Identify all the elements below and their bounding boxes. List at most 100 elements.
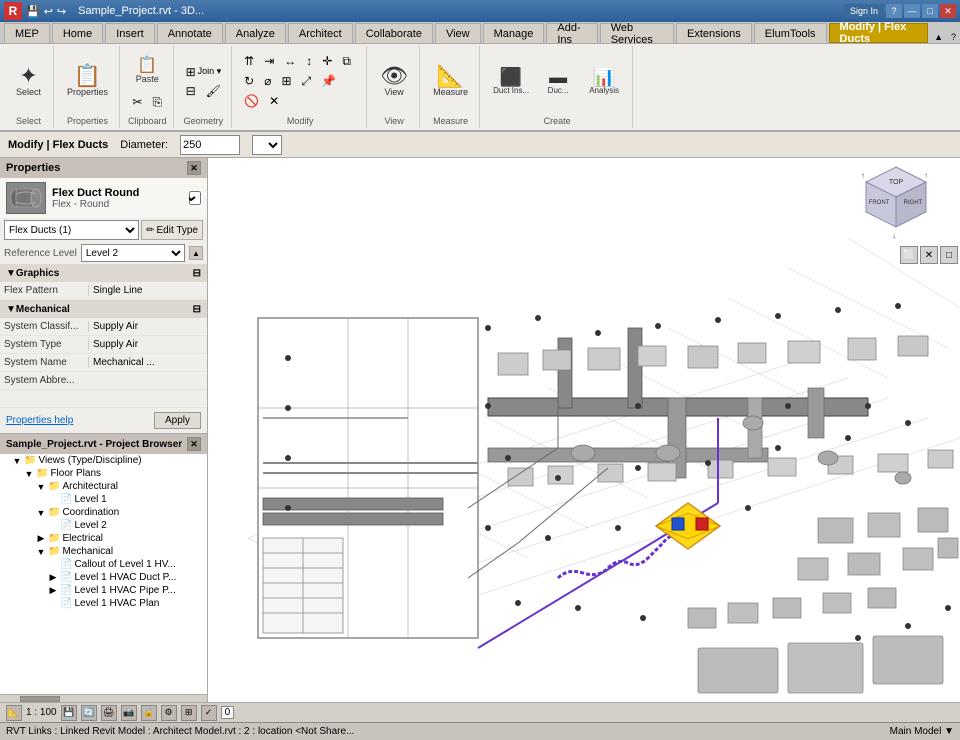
- unpin-btn[interactable]: 🚫: [240, 92, 263, 110]
- browser-scrollbar[interactable]: [0, 694, 207, 702]
- tab-extensions[interactable]: Extensions: [676, 23, 752, 43]
- mechanical-expand-icon: ▼: [36, 547, 46, 557]
- tab-analyze[interactable]: Analyze: [225, 23, 286, 43]
- trim-btn[interactable]: ⌀: [260, 72, 275, 90]
- help-btn[interactable]: ?: [886, 4, 902, 18]
- join-geometry-btn[interactable]: ⊞ Join ▾: [182, 63, 226, 81]
- mechanical-section-header[interactable]: ▼ Mechanical ⊟: [0, 300, 207, 318]
- lock-icon[interactable]: 🔒: [141, 705, 157, 721]
- mirror-y-btn[interactable]: ↕: [302, 52, 316, 70]
- ribbon-expand-btn[interactable]: ▲: [930, 32, 947, 42]
- tree-callout-level1[interactable]: 📄 Callout of Level 1 HV...: [0, 558, 207, 571]
- flex-ducts-count-select[interactable]: Flex Ducts (1): [4, 220, 139, 240]
- view-area[interactable]: TOP RIGHT FRONT ↑ ↑ ↓ ⬜ ✕ □: [208, 158, 960, 702]
- tree-hvac-duct[interactable]: ▶ 📄 Level 1 HVAC Duct P...: [0, 571, 207, 584]
- check-icon[interactable]: ✓: [201, 705, 217, 721]
- browser-hscroll-thumb[interactable]: [20, 696, 60, 702]
- tab-mep[interactable]: MEP: [4, 23, 50, 43]
- view-restore-btn[interactable]: □: [940, 246, 958, 264]
- sys-type-value: Supply Air: [88, 339, 207, 350]
- help-ribbon-btn[interactable]: ?: [947, 32, 960, 42]
- scale-btn[interactable]: ⤢: [298, 72, 316, 90]
- tree-coordination[interactable]: ▼ 📁 Coordination: [0, 506, 207, 519]
- quick-access-undo[interactable]: ↩: [44, 5, 53, 18]
- group-measure-label: Measure: [433, 114, 468, 126]
- quick-access-redo[interactable]: ↪: [57, 5, 66, 18]
- duct-insulation-btn[interactable]: ⬛ Duct Ins...: [488, 51, 534, 111]
- model-selector[interactable]: Main Model ▼: [890, 726, 954, 737]
- tab-elumtools[interactable]: ElumTools: [754, 23, 827, 43]
- settings-icon[interactable]: ⚙: [161, 705, 177, 721]
- diameter-input[interactable]: [180, 135, 240, 155]
- tab-insert[interactable]: Insert: [105, 23, 155, 43]
- align-btn[interactable]: ⇈: [240, 52, 258, 70]
- move-btn[interactable]: ✛: [318, 52, 336, 70]
- paint-btn[interactable]: 🖌: [202, 82, 225, 100]
- refresh-icon[interactable]: 🔄: [81, 705, 97, 721]
- print-icon[interactable]: 🖨: [101, 705, 117, 721]
- view-ribbon-btn[interactable]: 👁 View: [375, 51, 413, 111]
- quick-access-save[interactable]: 💾: [26, 5, 40, 18]
- browser-tree[interactable]: ▼ 📁 Views (Type/Discipline) ▼ 📁 Floor Pl…: [0, 454, 207, 694]
- tab-modify-flexducts[interactable]: Modify | Flex Ducts: [829, 23, 929, 43]
- tab-annotate[interactable]: Annotate: [157, 23, 223, 43]
- camera-icon[interactable]: 📷: [121, 705, 137, 721]
- tree-hvac-pipe[interactable]: ▶ 📄 Level 1 HVAC Pipe P...: [0, 584, 207, 597]
- context-bar: Modify | Flex Ducts Diameter:: [0, 132, 960, 158]
- tab-architect[interactable]: Architect: [288, 23, 353, 43]
- tree-views[interactable]: ▼ 📁 Views (Type/Discipline): [0, 454, 207, 467]
- properties-close-btn[interactable]: ✕: [187, 161, 201, 175]
- array-btn[interactable]: ⊞: [277, 72, 295, 90]
- close-btn[interactable]: ✕: [940, 4, 956, 18]
- mechanical-expand-btn[interactable]: ⊟: [193, 304, 201, 315]
- tree-architectural[interactable]: ▼ 📁 Architectural: [0, 480, 207, 493]
- tree-level2-coord[interactable]: 📄 Level 2: [0, 519, 207, 532]
- tree-mechanical[interactable]: ▼ 📁 Mechanical: [0, 545, 207, 558]
- view-close-btn[interactable]: ✕: [920, 246, 938, 264]
- mirror-x-btn[interactable]: ↔: [280, 52, 300, 70]
- save-status-icon[interactable]: 💾: [61, 705, 77, 721]
- analysis-btn[interactable]: 📊 Analysis: [582, 51, 626, 111]
- copy-el-btn[interactable]: ⧉: [338, 52, 355, 70]
- sign-in[interactable]: Sign In: [844, 4, 884, 18]
- navigation-cube[interactable]: TOP RIGHT FRONT ↑ ↑ ↓: [856, 162, 936, 242]
- delete-btn[interactable]: ✕: [265, 92, 283, 110]
- view-3d-btn[interactable]: ⬜: [900, 246, 918, 264]
- diameter-unit-select[interactable]: [252, 135, 282, 155]
- tree-hvac-plan[interactable]: 📄 Level 1 HVAC Plan: [0, 597, 207, 610]
- paste-btn[interactable]: 📋 Paste: [128, 51, 166, 91]
- tree-level1-arch[interactable]: 📄 Level 1: [0, 493, 207, 506]
- properties-apply-btn[interactable]: Apply: [154, 412, 201, 429]
- properties-help-link[interactable]: Properties help: [6, 415, 73, 426]
- tree-floor-plans[interactable]: ▼ 📁 Floor Plans: [0, 467, 207, 480]
- cut-geometry-btn[interactable]: ⊟: [182, 82, 200, 100]
- properties-ribbon-btn[interactable]: 📋 Properties: [62, 51, 113, 111]
- offset-btn[interactable]: ⇥: [260, 52, 278, 70]
- cut-btn[interactable]: ✂: [128, 93, 146, 111]
- modify-btn[interactable]: ✦ Select: [11, 51, 47, 111]
- tab-home[interactable]: Home: [52, 23, 103, 43]
- tab-webservices[interactable]: Web Services: [600, 23, 674, 43]
- measure-btn[interactable]: 📐 Measure: [428, 51, 473, 111]
- tab-collaborate[interactable]: Collaborate: [355, 23, 433, 43]
- tab-manage[interactable]: Manage: [483, 23, 545, 43]
- prop-scroll-up-btn[interactable]: ▲: [189, 246, 203, 260]
- graphics-section-header[interactable]: ▼ Graphics ⊟: [0, 264, 207, 282]
- pin-btn[interactable]: 📌: [317, 72, 340, 90]
- copy-btn[interactable]: ⎘: [149, 93, 167, 111]
- minimize-btn[interactable]: —: [904, 4, 920, 18]
- browser-close-btn[interactable]: ✕: [187, 437, 201, 451]
- scale-icon-btn[interactable]: 📐: [6, 705, 22, 721]
- maximize-btn[interactable]: □: [922, 4, 938, 18]
- tab-view[interactable]: View: [435, 23, 481, 43]
- edit-type-btn[interactable]: ✏ Edit Type: [141, 220, 203, 240]
- ref-level-select[interactable]: Level 2: [81, 244, 185, 262]
- graphics-expand-btn[interactable]: ⊟: [193, 268, 201, 279]
- mirror-y-icon: ↕: [306, 54, 312, 68]
- tree-electrical[interactable]: ▶ 📁 Electrical: [0, 532, 207, 545]
- rotate-btn[interactable]: ↻: [240, 72, 258, 90]
- tab-addins[interactable]: Add-Ins: [546, 23, 597, 43]
- duct-lining-btn[interactable]: ▬ Duc...: [538, 51, 578, 111]
- prop-type-dropdown[interactable]: [189, 191, 201, 205]
- grid-icon[interactable]: ⊞: [181, 705, 197, 721]
